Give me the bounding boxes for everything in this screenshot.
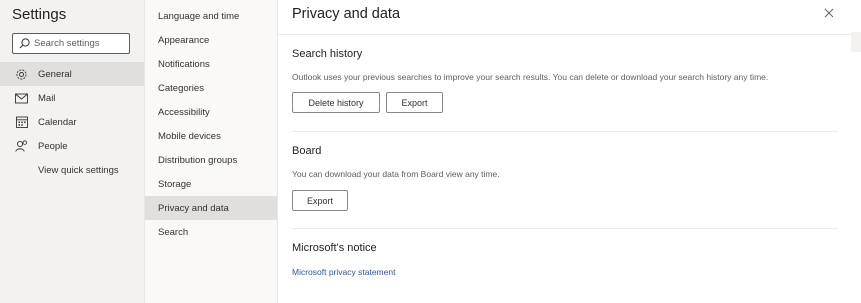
- search-settings-box[interactable]: [12, 33, 130, 54]
- board-heading: Board: [292, 145, 322, 157]
- section-divider: [292, 228, 838, 229]
- settings-subnav-pane: Language and time Appearance Notificatio…: [145, 0, 278, 303]
- settings-nav-pane: Settings General Mail: [0, 0, 145, 303]
- subnav-item-appearance[interactable]: Appearance: [145, 28, 277, 52]
- view-quick-settings-link[interactable]: View quick settings: [38, 165, 119, 176]
- board-description: You can download your data from Board vi…: [292, 169, 500, 179]
- search-settings-input[interactable]: [34, 38, 126, 49]
- subnav-item-search[interactable]: Search: [145, 220, 277, 244]
- nav-item-calendar[interactable]: Calendar: [0, 110, 144, 134]
- settings-title: Settings: [12, 6, 67, 23]
- gear-icon: [14, 67, 29, 82]
- nav-item-people[interactable]: People: [0, 134, 144, 158]
- nav-item-label: Calendar: [38, 116, 77, 128]
- close-icon: [824, 8, 834, 18]
- subnav-item-privacy-and-data[interactable]: Privacy and data: [145, 196, 277, 220]
- nav-item-label: People: [38, 140, 68, 152]
- delete-history-button[interactable]: Delete history: [292, 92, 380, 113]
- nav-item-mail[interactable]: Mail: [0, 86, 144, 110]
- calendar-icon: [14, 115, 29, 130]
- search-icon: [19, 38, 30, 49]
- export-search-history-button[interactable]: Export: [386, 92, 443, 113]
- privacy-and-data-panel: Privacy and data Search history Outlook …: [278, 0, 861, 303]
- privacy-statement-link[interactable]: Microsoft privacy statement: [292, 267, 395, 277]
- search-history-heading: Search history: [292, 48, 363, 60]
- subnav-item-notifications[interactable]: Notifications: [145, 52, 277, 76]
- nav-item-label: Mail: [38, 92, 56, 104]
- microsoft-notice-heading: Microsoft's notice: [292, 242, 377, 254]
- scrollbar-track[interactable]: [851, 32, 861, 52]
- people-icon: [14, 139, 29, 154]
- subnav-item-storage[interactable]: Storage: [145, 172, 277, 196]
- mail-icon: [14, 91, 29, 106]
- search-history-description: Outlook uses your previous searches to i…: [292, 72, 769, 82]
- subnav-item-accessibility[interactable]: Accessibility: [145, 100, 277, 124]
- subnav-item-distribution-groups[interactable]: Distribution groups: [145, 148, 277, 172]
- page-title: Privacy and data: [292, 6, 401, 22]
- nav-item-general[interactable]: General: [0, 62, 144, 86]
- export-board-button[interactable]: Export: [292, 190, 348, 211]
- subnav-item-language-and-time[interactable]: Language and time: [145, 4, 277, 28]
- close-button[interactable]: [821, 5, 837, 21]
- title-divider: [278, 34, 861, 35]
- section-divider: [292, 131, 838, 132]
- nav-item-label: General: [38, 68, 72, 80]
- subnav-item-mobile-devices[interactable]: Mobile devices: [145, 124, 277, 148]
- subnav-item-categories[interactable]: Categories: [145, 76, 277, 100]
